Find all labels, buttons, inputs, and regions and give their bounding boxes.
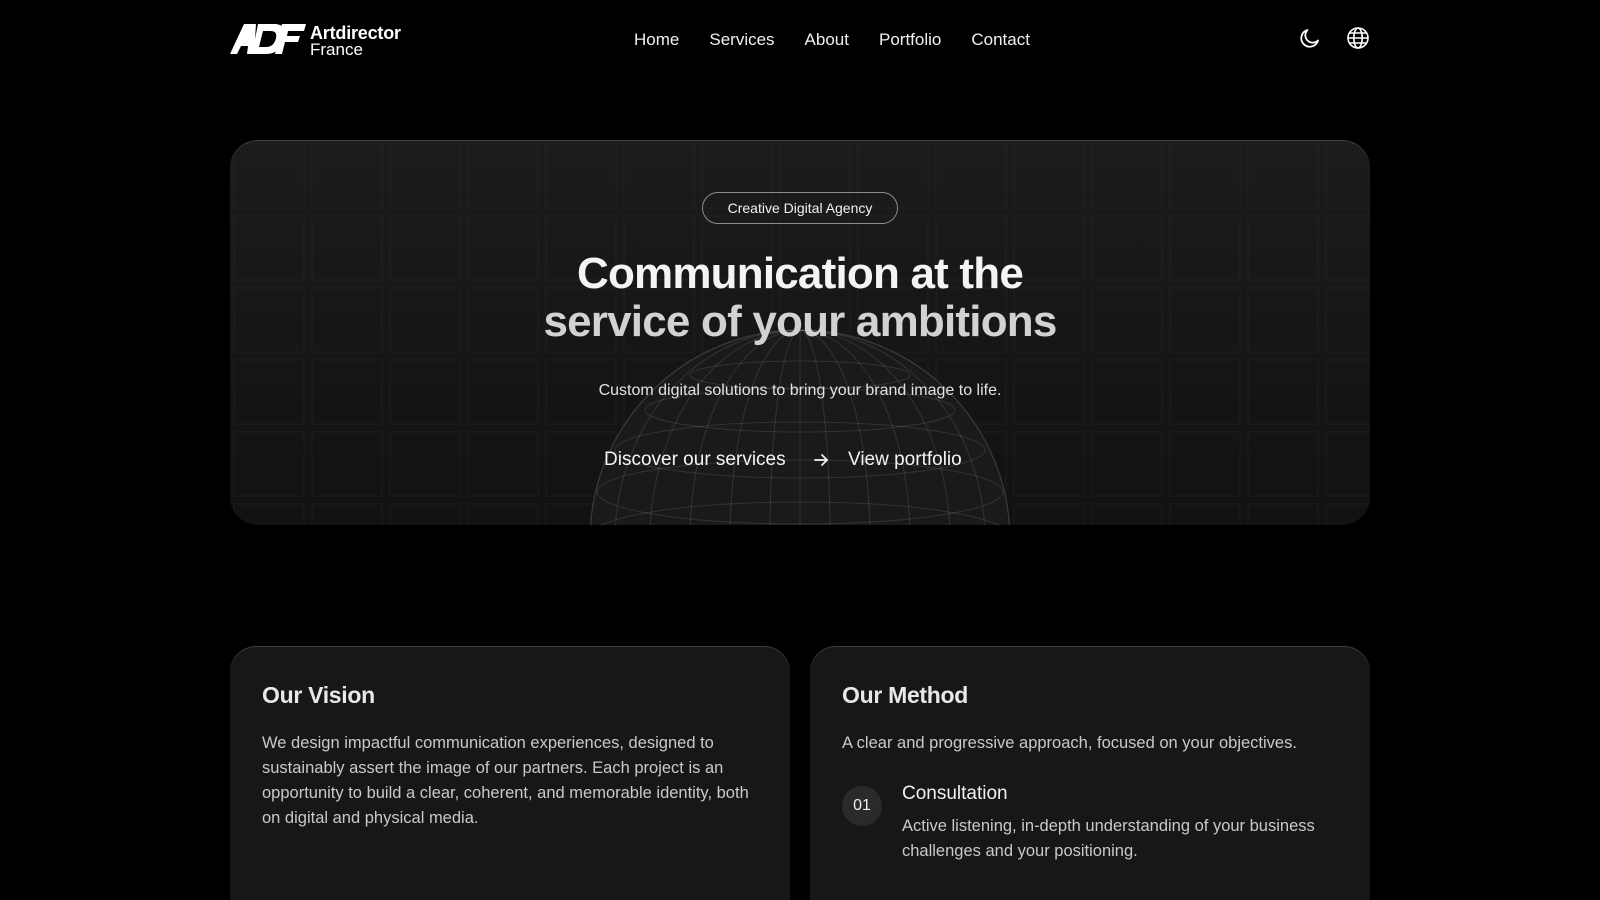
moon-icon bbox=[1300, 29, 1319, 48]
nav-home[interactable]: Home bbox=[634, 30, 679, 50]
discover-services-button[interactable]: Discover our services bbox=[604, 446, 828, 474]
header-actions bbox=[1298, 26, 1370, 50]
method-title: Our Method bbox=[842, 682, 969, 708]
agency-badge: Creative Digital Agency bbox=[702, 192, 898, 224]
hero-title: Communication at the service of your amb… bbox=[400, 250, 1200, 346]
nav-services[interactable]: Services bbox=[709, 30, 774, 50]
page: Artdirector France Home Services About P… bbox=[0, 0, 1600, 900]
logo-link[interactable]: Artdirector France bbox=[230, 20, 416, 60]
main-nav: Home Services About Portfolio Contact bbox=[634, 30, 1030, 50]
arrow-right-icon bbox=[814, 454, 828, 466]
logo-subtitle: France bbox=[310, 40, 363, 59]
discover-services-label: Discover our services bbox=[604, 449, 786, 470]
step-title: Consultation bbox=[902, 783, 1008, 804]
step-description: Active listening, in-depth understanding… bbox=[902, 817, 1315, 860]
vision-text: We design impactful communication experi… bbox=[262, 734, 749, 827]
nav-portfolio[interactable]: Portfolio bbox=[879, 30, 941, 50]
adf-logo-icon bbox=[230, 24, 306, 54]
vision-card: Our Vision We design impactful communica… bbox=[230, 646, 790, 900]
nav-about[interactable]: About bbox=[805, 30, 849, 50]
vision-title: Our Vision bbox=[262, 682, 375, 708]
site-header: Artdirector France Home Services About P… bbox=[230, 18, 1370, 64]
theme-toggle-button[interactable] bbox=[1298, 26, 1322, 50]
language-button[interactable] bbox=[1346, 26, 1370, 50]
nav-contact[interactable]: Contact bbox=[971, 30, 1030, 50]
hero-section: Creative Digital Agency Communication at… bbox=[230, 140, 1370, 525]
globe-icon bbox=[1347, 27, 1369, 49]
method-card: Our Method A clear and progressive appro… bbox=[810, 646, 1370, 900]
step-number: 01 bbox=[842, 786, 882, 826]
view-portfolio-button[interactable]: View portfolio bbox=[848, 446, 962, 474]
hero-subtitle: Custom digital solutions to bring your b… bbox=[598, 382, 1002, 399]
hero-title-line-2: service of your ambitions bbox=[543, 297, 1057, 346]
hero-title-line-1: Communication at the bbox=[576, 249, 1024, 298]
method-intro: A clear and progressive approach, focuse… bbox=[842, 734, 1297, 752]
hero-actions: Discover our services View portfolio bbox=[600, 446, 1000, 474]
